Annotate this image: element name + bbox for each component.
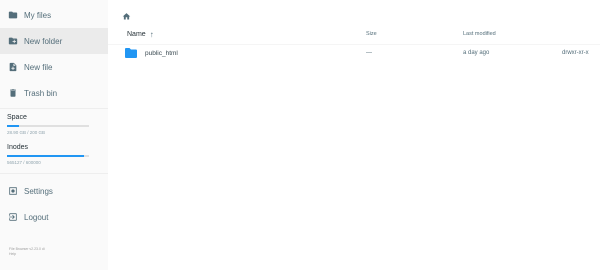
sidebar-item-trash-bin[interactable]: Trash bin [0,80,108,106]
sidebar-item-label: New folder [24,36,63,46]
exit-icon [8,212,18,222]
sidebar: My files New folder New file Trash bin S… [0,0,108,270]
inodes-usage: Inodes 565127 / 600000 [0,144,108,165]
inodes-value: 565127 / 600000 [7,160,41,165]
sidebar-item-label: New file [24,62,53,72]
space-value: 28.90 GB / 200 GB [7,130,46,135]
column-header-row: Name ↑ Size Last modified [108,26,600,42]
column-header-size[interactable]: Size [366,31,377,37]
column-header-label: Name [127,31,146,38]
divider [0,173,108,174]
sidebar-item-logout[interactable]: Logout [0,204,108,230]
sidebar-item-my-files[interactable]: My files [0,2,108,28]
sidebar-item-new-folder[interactable]: New folder [0,28,108,54]
folder-icon [125,48,137,58]
footer-credit: File Browser v2.23.0 di Help [9,247,45,257]
space-usage: Space 28.90 GB / 200 GB [0,114,108,135]
sidebar-item-label: Trash bin [24,88,58,98]
help-link[interactable]: Help [9,252,45,257]
sidebar-item-label: My files [24,10,52,20]
note-add-icon [8,62,18,72]
inodes-progress-fill [7,155,85,157]
home-icon[interactable] [122,8,131,25]
space-progress-fill [7,125,19,127]
breadcrumb [122,8,132,20]
sidebar-item-label: Logout [24,212,49,222]
divider [0,108,108,109]
sidebar-item-new-file[interactable]: New file [0,54,108,80]
settings-icon [8,186,18,196]
sidebar-item-settings[interactable]: Settings [0,178,108,204]
inodes-progress-bar [7,155,89,157]
column-header-name[interactable]: Name ↑ [127,30,154,39]
file-modified: a day ago [463,50,490,56]
file-size: — [366,50,372,56]
arrow-upward-icon: ↑ [149,30,154,39]
folder-icon [8,10,18,20]
column-header-modified[interactable]: Last modified [463,31,496,37]
space-label: Space [7,114,27,121]
space-progress-bar [7,125,89,127]
file-permissions: drwxr-xr-x [562,50,589,56]
sidebar-item-label: Settings [24,186,53,196]
inodes-label: Inodes [7,144,29,151]
file-listing: Name ↑ Size Last modified public_html — … [108,0,600,270]
create-folder-icon [8,36,18,46]
table-row[interactable]: public_html — a day ago drwxr-xr-x [108,44,600,62]
file-name: public_html [145,50,178,57]
delete-icon [8,88,18,98]
